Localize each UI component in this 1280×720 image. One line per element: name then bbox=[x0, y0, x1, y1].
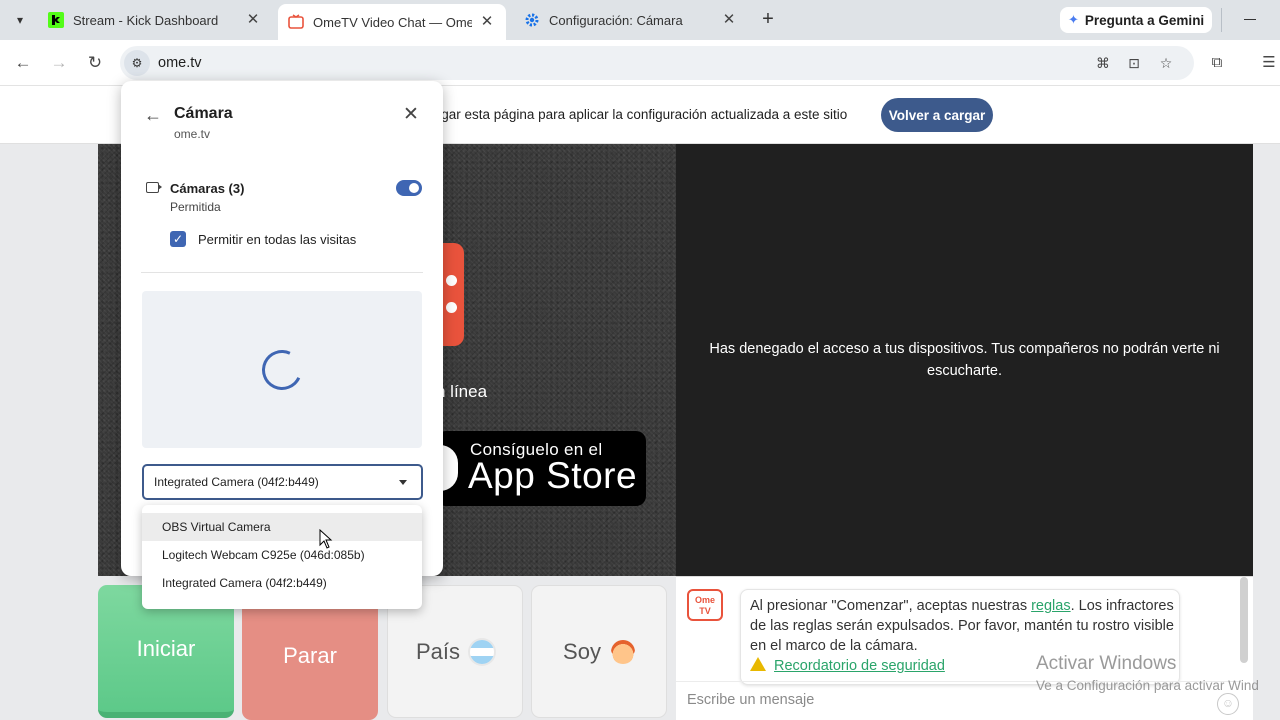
tab-title: Configuración: Cámara bbox=[549, 12, 683, 28]
message-text: Al presionar "Comenzar", aceptas nuestra… bbox=[750, 598, 1032, 614]
divider bbox=[141, 272, 423, 273]
tab-title: OmeTV Video Chat — Omegle bbox=[313, 14, 472, 30]
close-icon[interactable]: ✕ bbox=[401, 105, 421, 125]
online-dot bbox=[446, 275, 457, 286]
infobar-message: e a cargar esta página para aplicar la c… bbox=[400, 107, 848, 122]
allow-all-visits-checkbox[interactable]: ✓ bbox=[170, 231, 186, 247]
emoji-smiley-icon[interactable]: ☺ bbox=[1217, 693, 1239, 715]
appstore-line2: App Store bbox=[468, 455, 638, 496]
tab-ometv[interactable]: OmeTV Video Chat — Omegle ✕ bbox=[278, 4, 506, 40]
gemini-sparkle-icon: ✦ bbox=[1068, 12, 1079, 27]
back-arrow-icon[interactable]: ← bbox=[10, 50, 36, 76]
camera-toggle[interactable] bbox=[396, 180, 422, 196]
boy-face-icon bbox=[610, 639, 635, 664]
tab-camera-settings[interactable]: Configuración: Cámara ✕ bbox=[514, 6, 748, 34]
cameras-status: Permitida bbox=[170, 200, 221, 214]
loading-spinner-icon bbox=[256, 344, 308, 396]
reading-list-icon[interactable]: ☰ bbox=[1258, 52, 1280, 74]
install-app-icon[interactable]: ⊡ bbox=[1125, 54, 1143, 72]
start-label: Iniciar bbox=[136, 635, 196, 661]
close-tab-icon[interactable]: ✕ bbox=[244, 11, 262, 29]
warning-icon bbox=[750, 657, 766, 671]
ometv-logo-icon: Ome TV bbox=[687, 589, 723, 621]
gemini-button[interactable]: ✦ Pregunta a Gemini bbox=[1060, 7, 1212, 33]
settings-gear-icon bbox=[524, 12, 540, 28]
allow-all-visits-label: Permitir en todas las visitas bbox=[198, 232, 357, 247]
new-tab-button[interactable]: + bbox=[757, 9, 779, 31]
tab-kick-dashboard[interactable]: Stream - Kick Dashboard ✕ bbox=[38, 6, 272, 34]
camera-select[interactable]: Integrated Camera (04f2:b449) bbox=[142, 464, 423, 500]
bookmark-star-icon[interactable]: ☆ bbox=[1157, 54, 1175, 72]
gender-button[interactable]: Soy bbox=[531, 585, 667, 718]
popup-site: ome.tv bbox=[174, 127, 211, 141]
partner-video-area: Has denegado el acceso a tus dispositivo… bbox=[676, 144, 1253, 576]
system-message: Al presionar "Comenzar", aceptas nuestra… bbox=[740, 589, 1180, 685]
camera-options-dropdown: OBS Virtual Camera Logitech Webcam C925e… bbox=[142, 505, 422, 609]
denied-access-message: Has denegado el acceso a tus dispositivo… bbox=[709, 341, 1220, 379]
tab-strip: ▾ Stream - Kick Dashboard ✕ OmeTV Video … bbox=[0, 0, 1280, 40]
stop-label: Parar bbox=[283, 642, 337, 668]
country-label: País bbox=[415, 638, 461, 664]
camera-select-value: Integrated Camera (04f2:b449) bbox=[154, 475, 319, 489]
dropdown-arrow-icon bbox=[399, 480, 407, 485]
camera-option[interactable]: Integrated Camera (04f2:b449) bbox=[142, 569, 422, 597]
app-store-badge[interactable]: Consíguelo en el App Store bbox=[436, 431, 646, 506]
camera-option[interactable]: OBS Virtual Camera bbox=[142, 513, 422, 541]
camera-option[interactable]: Logitech Webcam C925e (046d:085b) bbox=[142, 541, 422, 569]
gemini-label: Pregunta a Gemini bbox=[1084, 12, 1205, 28]
browser-toolbar: ← → ↻ ⚙ ome.tv ⌘ ⊡ ☆ ⧉ ☰ bbox=[0, 40, 1280, 86]
close-tab-icon[interactable]: ✕ bbox=[478, 13, 496, 31]
ometv-favicon-icon bbox=[288, 14, 304, 30]
strip-divider bbox=[1221, 8, 1222, 32]
chat-message-input[interactable] bbox=[687, 692, 1207, 708]
camera-preview bbox=[142, 291, 422, 448]
chat-panel: Ome TV Al presionar "Comenzar", aceptas … bbox=[676, 576, 1253, 720]
site-settings-icon[interactable]: ⚙ bbox=[124, 50, 150, 76]
online-dot bbox=[446, 302, 457, 313]
cameras-label: Cámaras (3) bbox=[170, 181, 245, 196]
reload-icon[interactable]: ↻ bbox=[82, 50, 108, 76]
stop-button[interactable]: Parar bbox=[242, 591, 378, 720]
url-text: ome.tv bbox=[158, 55, 202, 71]
tab-title: Stream - Kick Dashboard bbox=[73, 12, 219, 28]
address-bar[interactable]: ⚙ ome.tv ⌘ ⊡ ☆ bbox=[120, 46, 1194, 80]
kick-favicon-icon bbox=[48, 12, 64, 28]
argentina-flag-icon bbox=[470, 639, 495, 664]
camera-permission-popup: ← Cámara ome.tv ✕ Cámaras (3) Permitida … bbox=[121, 81, 443, 576]
back-arrow-icon[interactable]: ← bbox=[143, 105, 163, 125]
video-camera-icon bbox=[146, 182, 162, 193]
minimize-window-icon[interactable] bbox=[1244, 19, 1256, 20]
close-tab-icon[interactable]: ✕ bbox=[720, 11, 738, 29]
extensions-puzzle-icon[interactable]: ⧉ bbox=[1206, 52, 1228, 74]
gender-label: Soy bbox=[563, 638, 601, 664]
online-count-text: n línea bbox=[436, 382, 488, 401]
tab-search-button[interactable]: ▾ bbox=[8, 8, 32, 32]
translate-icon[interactable]: ⌘ bbox=[1094, 54, 1112, 72]
popup-title: Cámara bbox=[174, 105, 233, 122]
safety-reminder-link[interactable]: Recordatorio de seguridad bbox=[774, 658, 945, 674]
chat-input-row: ☺ bbox=[676, 681, 1240, 720]
rules-link[interactable]: reglas bbox=[1031, 598, 1071, 614]
chat-scrollbar[interactable] bbox=[1240, 577, 1248, 663]
reload-page-button[interactable]: Volver a cargar bbox=[881, 98, 993, 132]
forward-arrow-icon[interactable]: → bbox=[46, 50, 72, 76]
